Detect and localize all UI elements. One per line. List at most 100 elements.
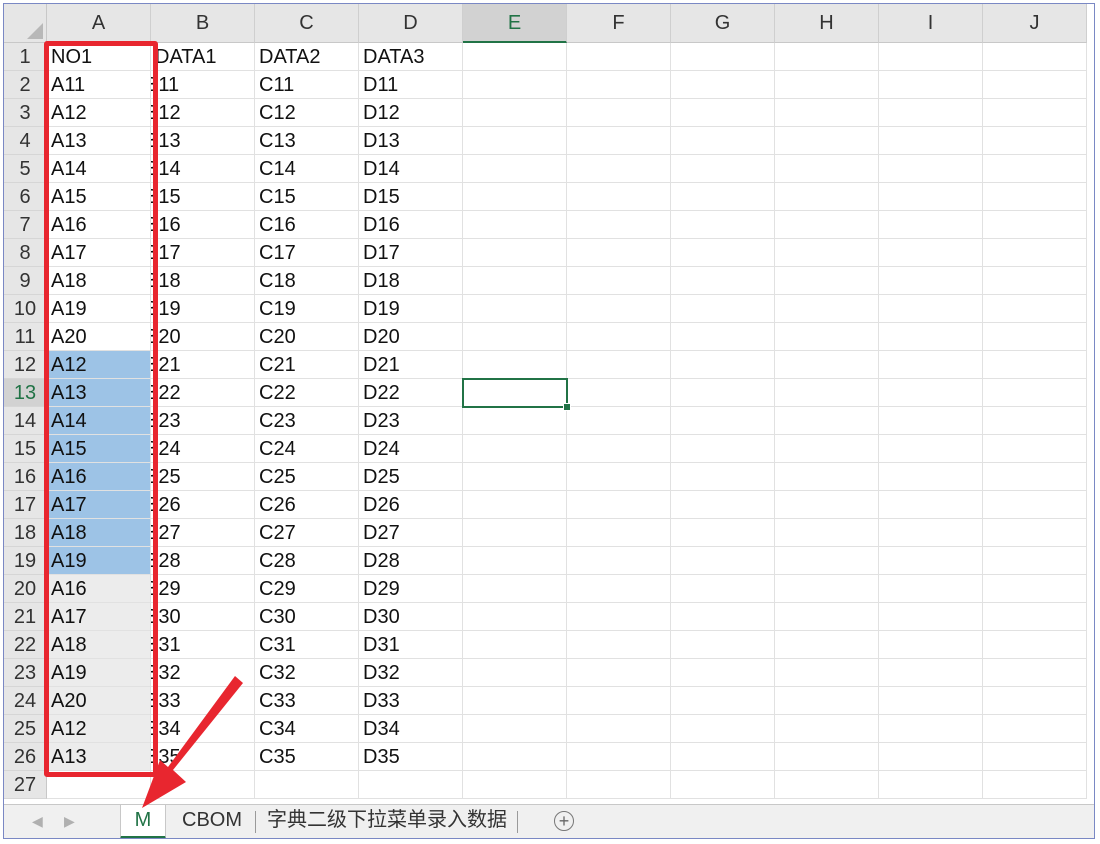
cell-b11[interactable]: B20	[151, 323, 255, 351]
cell-i3[interactable]	[879, 99, 983, 127]
cell-e20[interactable]	[463, 575, 567, 603]
cell-c12[interactable]: C21	[255, 351, 359, 379]
cell-e1[interactable]	[463, 43, 567, 71]
cell-d20[interactable]: D29	[359, 575, 463, 603]
cell-i21[interactable]	[879, 603, 983, 631]
cell-h27[interactable]	[775, 771, 879, 799]
cell-j19[interactable]	[983, 547, 1087, 575]
cell-b10[interactable]: B19	[151, 295, 255, 323]
cell-b1[interactable]: DATA1	[151, 43, 255, 71]
cell-a24[interactable]: A20	[47, 687, 151, 715]
cell-d11[interactable]: D20	[359, 323, 463, 351]
cell-b19[interactable]: B28	[151, 547, 255, 575]
cell-e14[interactable]	[463, 407, 567, 435]
cell-e5[interactable]	[463, 155, 567, 183]
cell-c4[interactable]: C13	[255, 127, 359, 155]
cell-h24[interactable]	[775, 687, 879, 715]
cell-d23[interactable]: D32	[359, 659, 463, 687]
cell-i9[interactable]	[879, 267, 983, 295]
cell-b17[interactable]: B26	[151, 491, 255, 519]
cell-e6[interactable]	[463, 183, 567, 211]
column-header-c[interactable]: C	[255, 4, 359, 43]
row-header[interactable]: 24	[4, 687, 47, 715]
cell-g11[interactable]	[671, 323, 775, 351]
cell-d18[interactable]: D27	[359, 519, 463, 547]
cell-g5[interactable]	[671, 155, 775, 183]
cell-f19[interactable]	[567, 547, 671, 575]
row-header[interactable]: 17	[4, 491, 47, 519]
triangle-right-icon[interactable]: ▶	[64, 813, 75, 830]
cell-a20[interactable]: A16	[47, 575, 151, 603]
cell-j2[interactable]	[983, 71, 1087, 99]
cell-c24[interactable]: C33	[255, 687, 359, 715]
cell-f21[interactable]	[567, 603, 671, 631]
cell-f4[interactable]	[567, 127, 671, 155]
cell-j27[interactable]	[983, 771, 1087, 799]
cell-h10[interactable]	[775, 295, 879, 323]
cell-j3[interactable]	[983, 99, 1087, 127]
cell-b5[interactable]: B14	[151, 155, 255, 183]
cell-g23[interactable]	[671, 659, 775, 687]
cell-d25[interactable]: D34	[359, 715, 463, 743]
cell-h21[interactable]	[775, 603, 879, 631]
cell-c11[interactable]: C20	[255, 323, 359, 351]
cell-c17[interactable]: C26	[255, 491, 359, 519]
cell-g8[interactable]	[671, 239, 775, 267]
cell-h26[interactable]	[775, 743, 879, 771]
cell-a4[interactable]: A13	[47, 127, 151, 155]
cell-e12[interactable]	[463, 351, 567, 379]
cell-e13[interactable]	[463, 379, 567, 407]
cell-c25[interactable]: C34	[255, 715, 359, 743]
cell-b7[interactable]: B16	[151, 211, 255, 239]
cell-g9[interactable]	[671, 267, 775, 295]
cell-g7[interactable]	[671, 211, 775, 239]
cell-b3[interactable]: B12	[151, 99, 255, 127]
cell-j26[interactable]	[983, 743, 1087, 771]
cell-a11[interactable]: A20	[47, 323, 151, 351]
row-header[interactable]: 13	[4, 379, 47, 407]
cell-j14[interactable]	[983, 407, 1087, 435]
cell-i16[interactable]	[879, 463, 983, 491]
cell-a10[interactable]: A19	[47, 295, 151, 323]
cell-d9[interactable]: D18	[359, 267, 463, 295]
cell-g21[interactable]	[671, 603, 775, 631]
cell-g12[interactable]	[671, 351, 775, 379]
sheet-tab-cbom[interactable]: CBOM	[170, 805, 254, 838]
cell-a26[interactable]: A13	[47, 743, 151, 771]
cell-i15[interactable]	[879, 435, 983, 463]
cell-b18[interactable]: B27	[151, 519, 255, 547]
cell-h19[interactable]	[775, 547, 879, 575]
cell-b23[interactable]: B32	[151, 659, 255, 687]
cell-a23[interactable]: A19	[47, 659, 151, 687]
cell-j23[interactable]	[983, 659, 1087, 687]
cell-a18[interactable]: A18	[47, 519, 151, 547]
cell-i11[interactable]	[879, 323, 983, 351]
cell-f7[interactable]	[567, 211, 671, 239]
row-header[interactable]: 27	[4, 771, 47, 799]
cell-g19[interactable]	[671, 547, 775, 575]
row-header[interactable]: 26	[4, 743, 47, 771]
cell-a12[interactable]: A12	[47, 351, 151, 379]
cell-a27[interactable]	[47, 771, 151, 799]
sheet-tab-dictionary[interactable]: 字典二级下拉菜单录入数据	[256, 805, 518, 838]
column-header-a[interactable]: A	[47, 4, 151, 43]
row-header[interactable]: 21	[4, 603, 47, 631]
cell-e21[interactable]	[463, 603, 567, 631]
cell-d24[interactable]: D33	[359, 687, 463, 715]
column-header-h[interactable]: H	[775, 4, 879, 43]
cell-f12[interactable]	[567, 351, 671, 379]
cell-i23[interactable]	[879, 659, 983, 687]
cell-g22[interactable]	[671, 631, 775, 659]
cell-g17[interactable]	[671, 491, 775, 519]
column-header-d[interactable]: D	[359, 4, 463, 43]
row-header[interactable]: 5	[4, 155, 47, 183]
row-header[interactable]: 11	[4, 323, 47, 351]
cell-e15[interactable]	[463, 435, 567, 463]
cell-h13[interactable]	[775, 379, 879, 407]
cell-c15[interactable]: C24	[255, 435, 359, 463]
cell-e23[interactable]	[463, 659, 567, 687]
cell-d2[interactable]: D11	[359, 71, 463, 99]
cell-h17[interactable]	[775, 491, 879, 519]
cell-g1[interactable]	[671, 43, 775, 71]
cell-f10[interactable]	[567, 295, 671, 323]
